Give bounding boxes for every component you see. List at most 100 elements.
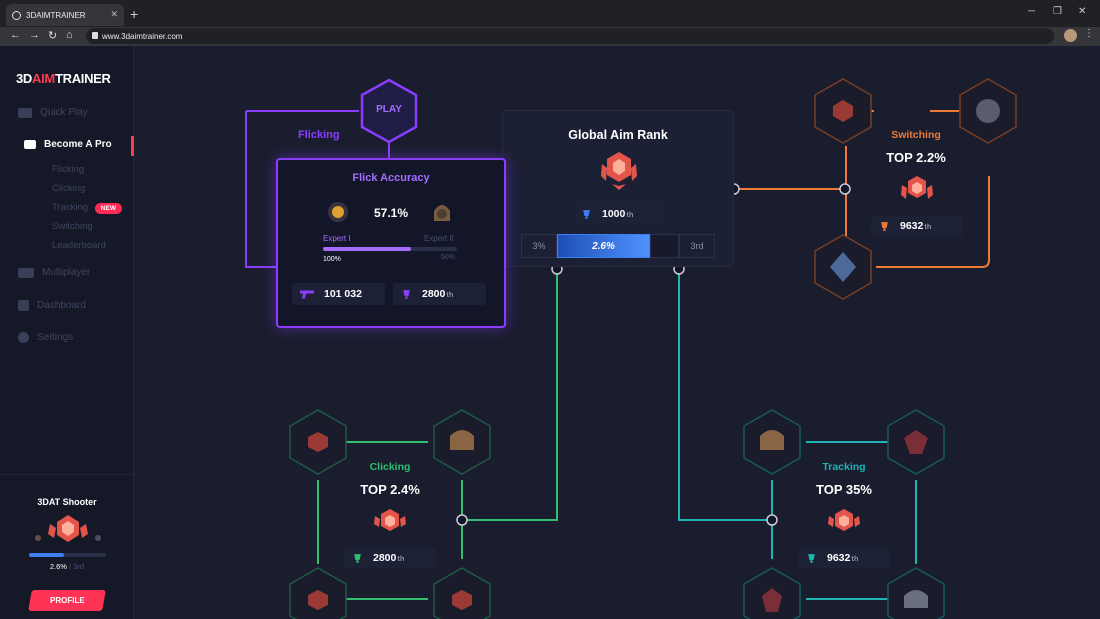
switching-rank-emblem-icon [901,176,933,199]
profile-button[interactable]: PROFILE [28,590,106,611]
new-tab-button[interactable]: + [130,6,138,22]
close-window-button[interactable]: ✕ [1078,6,1086,17]
sidebar-subitem-tracking[interactable]: Tracking [52,202,88,213]
sidebar-subitem-clicking[interactable]: Clicking [52,183,85,194]
flicking-label: Flicking [298,129,340,141]
global-aim-rank-title: Global Aim Rank [568,128,668,142]
trophy-icon [808,553,815,563]
sidebar-subitem-switching[interactable]: Switching [52,221,93,232]
sidebar-item-multiplayer[interactable]: Multiplayer [18,267,90,278]
switching-badge-node[interactable] [814,78,872,144]
rank-prev-percent: 3% [521,234,557,258]
trophy-icon [403,289,410,299]
pistol-icon [300,290,314,298]
globe-icon [12,10,21,20]
flick-accuracy-value: 57.1% [374,206,409,220]
flick-accuracy-title: Flick Accuracy [352,172,430,184]
play-label[interactable]: PLAY [359,104,419,115]
clicking-rank-stat: 2800th [344,547,436,569]
skill-tree-canvas: PLAY Flicking Global Aim Rank 1000th 3% … [134,46,1100,619]
trophy-icon [881,221,888,231]
global-rank-emblem-icon [601,152,637,190]
back-button[interactable]: ← [10,29,21,41]
browser-chrome: 3DAIMTRAINER ✕ + ─ ❐ ✕ ← → ↻ ⌂ www.3daim… [0,0,1100,46]
tracking-badge-node[interactable] [743,567,801,619]
global-rank-stat: 1000th [573,203,665,225]
reload-button[interactable]: ↻ [48,29,57,42]
tab-title: 3DAIMTRAINER [26,10,86,20]
switching-rank-stat: 9632th [871,215,963,237]
sidebar-item-settings[interactable]: Settings [18,332,73,343]
rank-gap [650,234,679,258]
sidebar-item-label: Settings [37,332,74,343]
rank-next: 3rd [679,234,715,258]
gear-icon [18,332,29,343]
restore-button[interactable]: ❐ [1053,6,1062,17]
url-text: www.3daimtrainer.com [102,31,183,41]
clicking-badge-node[interactable] [289,409,347,475]
browser-tab[interactable]: 3DAIMTRAINER ✕ [6,4,124,26]
tracking-top-percent: TOP 35% [816,482,872,497]
player-rank-emblem-icon [35,515,101,542]
pistol-icon [18,107,32,118]
sidebar-divider [0,474,134,475]
new-badge: NEW [95,203,122,214]
tracking-badge-node[interactable] [887,567,945,619]
flick-rank-stat: 2800th [393,283,486,305]
sidebar-item-become-a-pro[interactable]: Become A Pro [24,139,112,150]
tracking-badge-node[interactable] [887,409,945,475]
sidebar-item-label: Become A Pro [44,139,112,150]
clicking-rank-emblem-icon [374,509,406,531]
clicking-badge-node[interactable] [433,409,491,475]
global-rank-value: 1000 [602,208,626,220]
tracking-rank-stat: 9632th [798,547,890,569]
forward-button[interactable]: → [29,29,40,41]
lock-icon [92,32,98,39]
switching-top-percent: TOP 2.2% [886,150,946,165]
address-bar[interactable]: www.3daimtrainer.com [86,28,1054,44]
clicking-badge-node[interactable] [289,567,347,619]
trophy-icon [583,209,590,219]
player-progress-bar [29,553,106,557]
clicking-top-percent: TOP 2.4% [360,482,420,497]
sidebar-item-label: Quick Play [40,107,88,118]
flick-progress-bar [323,247,457,251]
app-logo[interactable]: 3DAIMTRAINER [16,71,111,86]
player-name: 3DAT Shooter [37,497,97,507]
flick-shots-stat: 101 032 [292,283,385,305]
rank-current-percent: 2.6% [557,234,650,258]
level-right-label: Expert II [424,234,454,243]
graduation-cap-icon [24,140,36,149]
minimize-button[interactable]: ─ [1028,6,1035,17]
switching-badge-node[interactable] [959,78,1017,144]
clicking-badge-node[interactable] [433,567,491,619]
dashboard-icon [18,300,29,311]
rifle-icon [18,267,34,278]
sidebar-item-label: Dashboard [37,300,86,311]
clicking-label: Clicking [369,461,411,473]
pct-right-label: 50% [441,254,456,261]
player-rank-text: 2.6% / 3rd [49,562,85,571]
sidebar-item-label: Multiplayer [42,267,91,278]
player-progress-fill [29,553,64,557]
browser-menu-button[interactable]: ⋮ [1084,28,1094,39]
tracking-badge-node[interactable] [743,409,801,475]
sidebar-subitem-flicking[interactable]: Flicking [52,164,84,175]
sidebar-item-quick-play[interactable]: Quick Play [18,107,88,118]
expert-two-badge-icon [434,205,450,221]
expert-one-badge-icon [328,202,348,222]
flick-progress-fill [323,247,412,251]
tracking-rank-emblem-icon [828,509,860,531]
pct-left-label: 100% [323,256,341,263]
profile-avatar[interactable] [1064,29,1077,42]
trophy-icon [354,553,361,563]
sidebar-subitem-leaderboard[interactable]: Leaderboard [52,240,106,251]
global-rank-progress: 3% 2.6% 3rd [521,234,715,258]
tracking-label: Tracking [822,461,866,473]
level-left-label: Expert I [323,234,351,243]
tab-close-icon[interactable]: ✕ [110,9,118,20]
sidebar-item-dashboard[interactable]: Dashboard [18,300,86,311]
switching-badge-node[interactable] [814,234,872,300]
switching-label: Switching [891,129,941,141]
home-button[interactable]: ⌂ [66,29,73,41]
